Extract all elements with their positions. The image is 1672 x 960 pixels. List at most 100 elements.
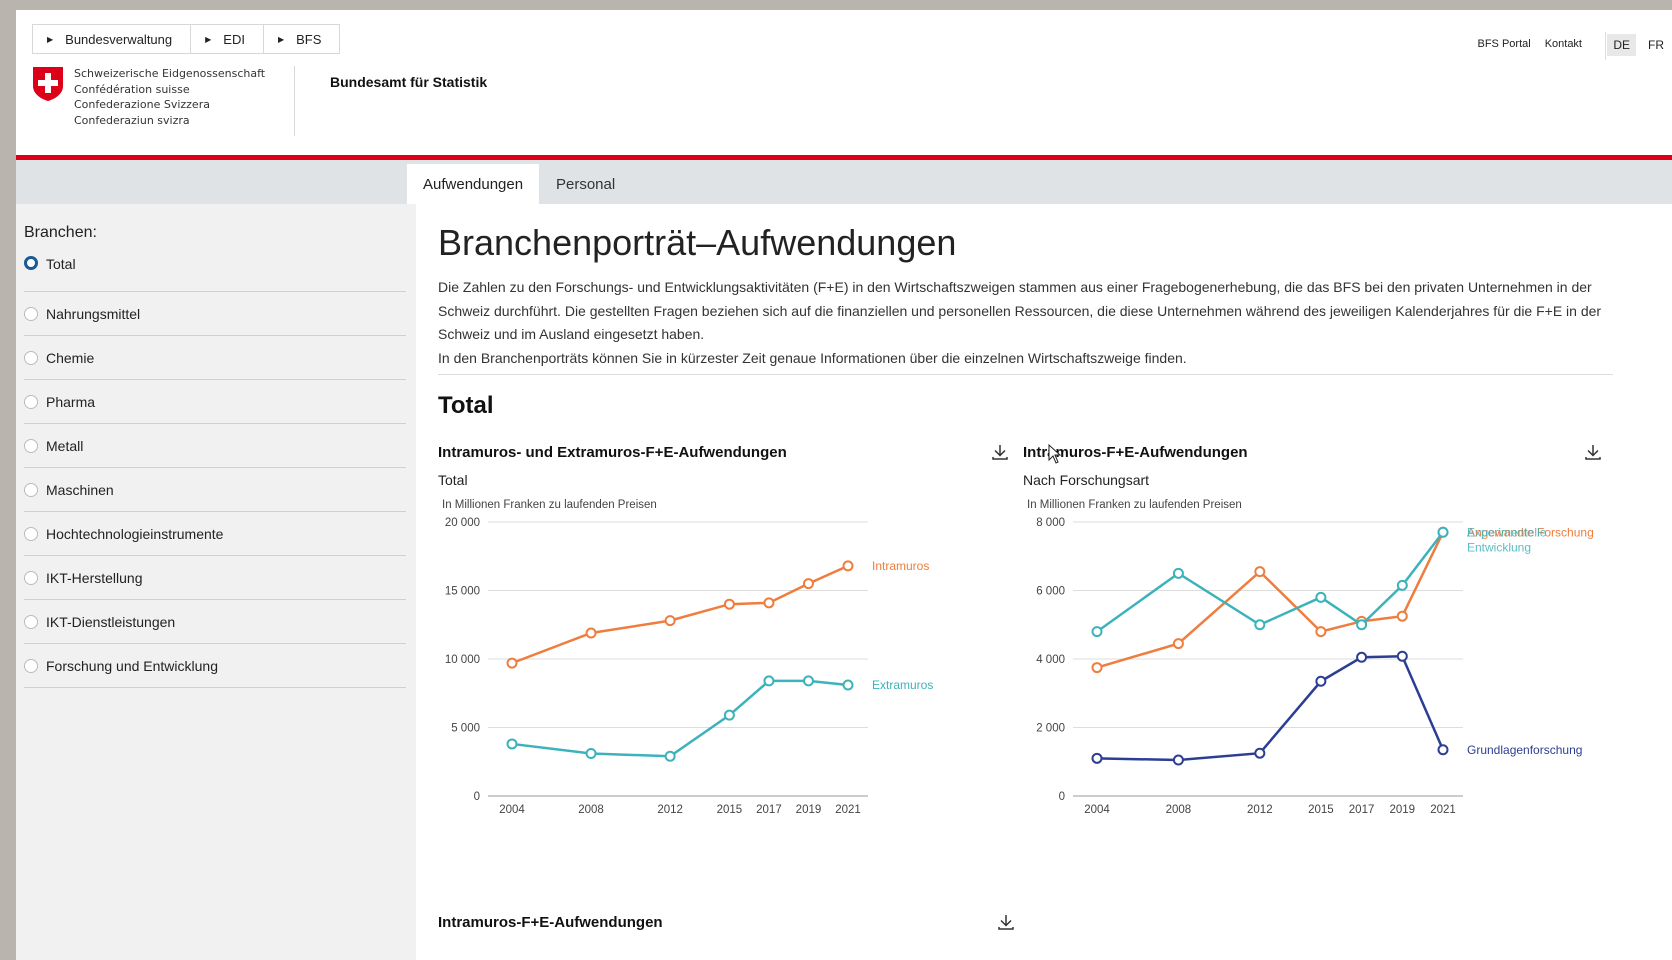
confederation-name-rm: Confederaziun svizra — [74, 113, 190, 127]
sidebar-item-hochtechnologieinstrumente[interactable]: Hochtechnologieinstrumente — [24, 512, 406, 556]
tab-strip: Aufwendungen Personal — [16, 160, 1672, 204]
y-axis-label: In Millionen Franken zu laufenden Preise… — [1027, 499, 1242, 511]
x-tick-label: 2019 — [1389, 804, 1415, 816]
chart-subtitle: Nach Forschungsart — [1023, 472, 1150, 488]
x-tick-label: 2004 — [1084, 804, 1110, 816]
sidebar-item-ikt-herstellung[interactable]: IKT-Herstellung — [24, 556, 406, 600]
data-point — [664, 750, 676, 762]
language-fr[interactable]: FR — [1642, 34, 1670, 56]
breadcrumb-item-edi[interactable]: ▶ EDI — [191, 25, 264, 53]
data-point — [1172, 754, 1184, 766]
radio-button[interactable] — [24, 526, 38, 541]
y-tick-label: 20 000 — [445, 517, 480, 529]
x-tick-label: 2012 — [657, 804, 683, 816]
chart-intra-extra: Intramuros- und Extramuros-F+E-Aufwendun… — [438, 444, 1028, 844]
data-point — [842, 560, 854, 572]
sidebar-item-ikt-dienstleistungen[interactable]: IKT-Dienstleistungen — [24, 600, 406, 644]
sidebar-item-label: Nahrungsmittel — [46, 305, 141, 322]
x-tick-label: 2019 — [796, 804, 822, 816]
sidebar-item-maschinen[interactable]: Maschinen — [24, 468, 406, 512]
x-tick-label: 2015 — [1308, 804, 1334, 816]
browser-page: ▶ Bundesverwaltung ▶ EDI ▶ BFS Schweizerisc… — [16, 10, 1672, 960]
data-point — [585, 627, 597, 639]
download-icon[interactable] — [990, 442, 1010, 462]
radio-button[interactable] — [24, 394, 38, 409]
data-point — [1437, 526, 1449, 538]
data-point — [763, 597, 775, 609]
data-point — [1254, 566, 1266, 578]
intro-divider — [438, 374, 1613, 375]
sidebar-item-total[interactable]: Total — [24, 254, 406, 292]
data-point — [1172, 638, 1184, 650]
data-point — [664, 615, 676, 627]
download-icon[interactable] — [1583, 442, 1603, 462]
chart-plot: In Millionen Franken zu laufenden Preise… — [442, 499, 933, 816]
bfs-portal-link[interactable]: BFS Portal — [1478, 38, 1531, 50]
sidebar-item-label: Maschinen — [46, 481, 114, 498]
sidebar-item-metall[interactable]: Metall — [24, 424, 406, 468]
mouse-cursor-icon — [1048, 444, 1062, 464]
data-point — [1437, 744, 1449, 756]
confederation-name-fr: Confédération suisse — [74, 82, 190, 96]
office-name[interactable]: Bundesamt für Statistik — [330, 74, 487, 90]
sidebar-item-forschung-und-entwicklung[interactable]: Forschung und Entwicklung — [24, 644, 406, 688]
data-point — [1396, 579, 1408, 591]
kontakt-link[interactable]: Kontakt — [1545, 38, 1582, 50]
confederation-logo[interactable]: Schweizerische Eidgenossenschaft Confédé… — [32, 66, 265, 128]
y-tick-label: 4 000 — [1036, 654, 1065, 666]
x-tick-label: 2021 — [835, 804, 861, 816]
radio-button[interactable] — [24, 350, 38, 365]
data-point — [1315, 626, 1327, 638]
x-tick-label: 2012 — [1247, 804, 1273, 816]
sidebar-item-label: IKT-Herstellung — [46, 569, 143, 586]
sidebar-item-nahrungsmittel[interactable]: Nahrungsmittel — [24, 292, 406, 336]
label-line: Entwicklung — [1467, 540, 1531, 554]
download-icon[interactable] — [996, 912, 1016, 932]
y-tick-label: 10 000 — [445, 654, 480, 666]
data-point — [842, 679, 854, 691]
radio-button[interactable] — [24, 482, 38, 497]
tab-personal[interactable]: Personal — [540, 164, 631, 204]
sidebar-item-label: Pharma — [46, 393, 96, 410]
x-tick-label: 2017 — [756, 804, 782, 816]
y-tick-label: 2 000 — [1036, 723, 1065, 735]
tab-aufwendungen[interactable]: Aufwendungen — [407, 164, 540, 204]
sidebar-item-chemie[interactable]: Chemie — [24, 336, 406, 380]
language-switcher: DE FR — [1607, 34, 1670, 56]
swiss-cross-icon — [33, 67, 63, 101]
language-de[interactable]: DE — [1607, 34, 1636, 56]
breadcrumb-item-bundesverwaltung[interactable]: ▶ Bundesverwaltung — [33, 25, 192, 53]
caret-right-icon: ▶ — [277, 34, 285, 44]
radio-button[interactable] — [24, 570, 38, 585]
series-label-experimentelle-entwicklung: Experimentelle Entwicklung — [1467, 525, 1547, 554]
breadcrumb: ▶ Bundesverwaltung ▶ EDI ▶ BFS — [32, 24, 341, 54]
y-tick-label: 5 000 — [451, 723, 480, 735]
breadcrumb-label: BFS — [296, 31, 322, 47]
data-point — [506, 657, 518, 669]
radio-button[interactable] — [24, 306, 38, 321]
radio-button[interactable] — [24, 256, 38, 270]
radio-button[interactable] — [24, 658, 38, 673]
page-title: Branchenporträt–Aufwendungen — [438, 222, 957, 263]
caret-right-icon: ▶ — [205, 34, 212, 44]
breadcrumb-item-bfs[interactable]: ▶ BFS — [264, 25, 339, 53]
sidebar-item-label: Hochtechnologieinstrumente — [46, 525, 224, 542]
radio-button[interactable] — [24, 438, 38, 453]
intro-paragraph: Die Zahlen zu den Forschungs- und Entwic… — [438, 279, 1602, 342]
x-tick-label: 2004 — [499, 804, 525, 816]
sidebar-item-pharma[interactable]: Pharma — [24, 380, 406, 424]
data-point — [1356, 651, 1368, 663]
sidebar-title: Branchen: — [24, 224, 97, 241]
radio-button[interactable] — [24, 614, 38, 629]
confederation-name-it: Confederazione Svizzera — [74, 98, 210, 111]
series-label-extramuros: Extramuros — [872, 678, 933, 692]
top-navigation: BFS Portal Kontakt — [1478, 38, 1583, 50]
site-header: ▶ Bundesverwaltung ▶ EDI ▶ BFS Schweizerisc… — [16, 10, 1672, 158]
data-point — [802, 578, 814, 590]
y-tick-label: 0 — [1059, 791, 1065, 803]
series-label-grundlagenforschung: Grundlagenforschung — [1467, 743, 1582, 757]
breadcrumb-label: Bundesverwaltung — [65, 31, 173, 47]
data-point — [802, 675, 814, 687]
y-tick-label: 6 000 — [1036, 586, 1065, 598]
data-point — [1254, 619, 1266, 631]
